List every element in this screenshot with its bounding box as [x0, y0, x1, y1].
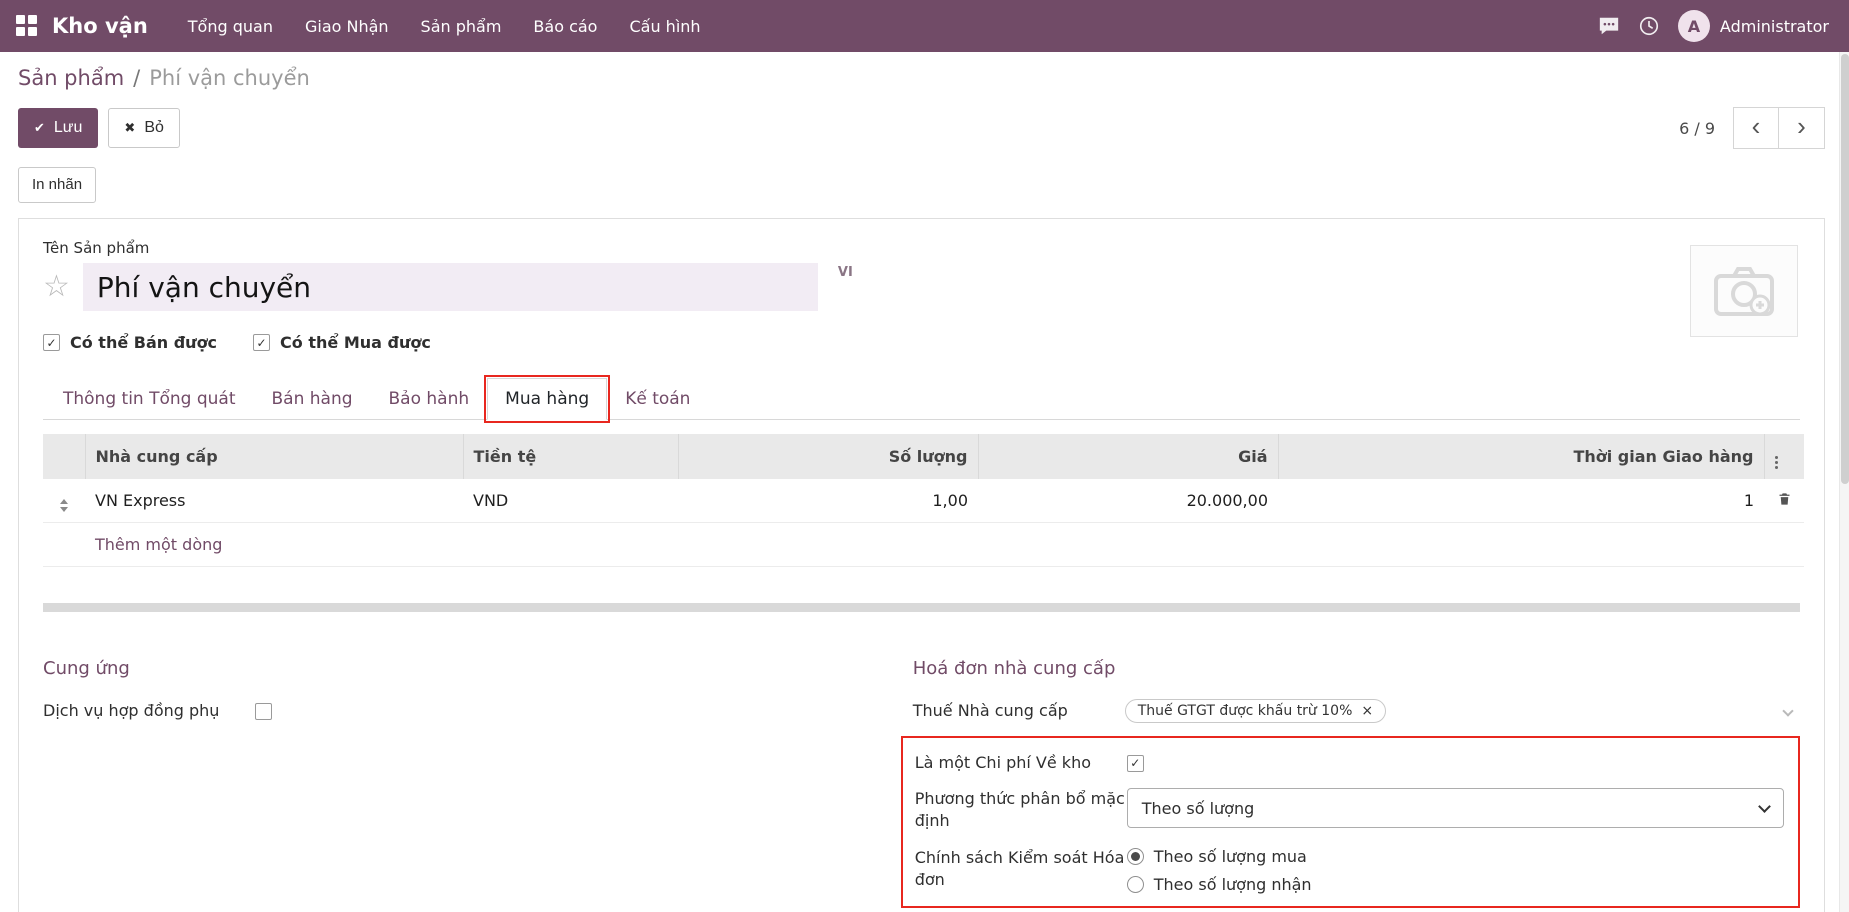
subcontract-service-checkbox[interactable] — [255, 703, 272, 720]
menu-item-transfers[interactable]: Giao Nhận — [289, 0, 405, 52]
vendor-taxes-field[interactable]: Thuế GTGT được khấu trừ 10% × — [1125, 698, 1800, 724]
pager-count: 6 / 9 — [1679, 119, 1715, 138]
breadcrumb: Sản phẩm / Phí vận chuyển — [18, 64, 1849, 92]
delivery-lead-time-cell[interactable]: 1 — [1278, 479, 1764, 523]
can-be-sold-checkbox[interactable]: ✓ — [43, 334, 60, 351]
pager-previous-button[interactable]: ‹ — [1733, 107, 1779, 149]
dropdown-caret-icon[interactable] — [1782, 705, 1793, 716]
select-chevron-icon — [1758, 800, 1771, 813]
pager: 6 / 9 ‹ › — [1679, 107, 1825, 149]
product-image-placeholder[interactable] — [1690, 245, 1798, 337]
quantity-cell[interactable]: 1,00 — [678, 479, 978, 523]
menu-item-overview[interactable]: Tổng quan — [172, 0, 289, 52]
currency-cell[interactable]: VND — [463, 479, 678, 523]
control-policy-label: Chính sách Kiểm soát Hóa đơn — [915, 847, 1127, 890]
vendor-tax-tag[interactable]: Thuế GTGT được khấu trừ 10% × — [1125, 699, 1386, 723]
check-icon: ✔ — [34, 120, 45, 136]
tab-warranty[interactable]: Bảo hành — [371, 378, 488, 420]
breadcrumb-current: Phí vận chuyển — [149, 66, 310, 90]
control-policy-radio-group: Theo số lượng mua Theo số lượng nhận — [1127, 847, 1312, 894]
can-be-purchased-label: Có thể Mua được — [280, 333, 431, 352]
notebook-tabs: Thông tin Tổng quát Bán hàng Bảo hành Mu… — [43, 378, 1800, 420]
subcontract-service-label: Dịch vụ hợp đồng phụ — [43, 700, 255, 722]
vendors-table: Nhà cung cấp Tiền tệ Số lượng Giá Thời g… — [43, 434, 1800, 567]
delete-row-trash-icon[interactable] — [1777, 492, 1792, 511]
control-policy-option-ordered[interactable]: Theo số lượng mua — [1127, 847, 1312, 866]
form-sheet: Tên Sản phẩm ☆ Phí vận chuyển VI ✓ Có th… — [18, 218, 1825, 912]
split-method-value: Theo số lượng — [1142, 799, 1255, 818]
optional-columns-header[interactable] — [1764, 434, 1804, 479]
split-method-select[interactable]: Theo số lượng — [1127, 788, 1784, 828]
vendor-bills-group-title: Hoá đơn nhà cung cấp — [913, 658, 1800, 682]
quantity-column-header[interactable]: Số lượng — [678, 434, 978, 479]
breadcrumb-separator: / — [133, 66, 140, 90]
horizontal-scrollbar[interactable] — [43, 603, 1800, 612]
avatar: A — [1678, 10, 1710, 42]
annotation-highlight-box: Là một Chi phí Về kho ✓ Phương thức phân… — [901, 736, 1800, 908]
tab-accounting[interactable]: Kế toán — [607, 378, 708, 420]
user-name: Administrator — [1720, 17, 1829, 36]
menu-item-products[interactable]: Sản phẩm — [405, 0, 518, 52]
save-button[interactable]: ✔ Lưu — [18, 108, 98, 147]
table-row[interactable]: VN Express VND 1,00 20.000,00 1 — [43, 479, 1804, 523]
table-header-row: Nhà cung cấp Tiền tệ Số lượng Giá Thời g… — [43, 434, 1804, 479]
apps-grid-icon[interactable] — [16, 15, 38, 37]
vendor-column-header[interactable]: Nhà cung cấp — [85, 434, 463, 479]
control-policy-option-received[interactable]: Theo số lượng nhận — [1127, 875, 1312, 894]
logistics-group-title: Cung ứng — [43, 658, 834, 682]
can-be-purchased-field: ✓ Có thể Mua được — [253, 333, 431, 352]
control-panel: ✔ Lưu ✖ Bỏ 6 / 9 ‹ › — [18, 106, 1825, 150]
split-method-label: Phương thức phân bổ mặc định — [915, 788, 1127, 831]
user-menu[interactable]: A Administrator — [1678, 10, 1829, 42]
add-line-link[interactable]: Thêm một dòng — [85, 523, 1804, 567]
is-landed-cost-label: Là một Chi phí Về kho — [915, 752, 1127, 774]
favorite-star-icon[interactable]: ☆ — [43, 272, 70, 302]
tab-general-information[interactable]: Thông tin Tổng quát — [45, 378, 254, 420]
drag-handle-icon[interactable] — [60, 499, 68, 512]
currency-column-header[interactable]: Tiền tệ — [463, 434, 678, 479]
delivery-lead-time-column-header[interactable]: Thời gian Giao hàng — [1278, 434, 1764, 479]
chevron-right-icon: › — [1797, 111, 1806, 142]
x-icon: ✖ — [124, 120, 135, 136]
vertical-scrollbar[interactable] — [1839, 52, 1849, 912]
price-cell[interactable]: 20.000,00 — [978, 479, 1278, 523]
menu-item-reporting[interactable]: Báo cáo — [517, 0, 613, 52]
product-name-label: Tên Sản phẩm — [43, 239, 1800, 259]
vendor-taxes-label: Thuế Nhà cung cấp — [913, 700, 1125, 722]
menu-item-configuration[interactable]: Cấu hình — [613, 0, 716, 52]
camera-plus-icon — [1712, 264, 1776, 318]
can-be-purchased-checkbox[interactable]: ✓ — [253, 334, 270, 351]
app-brand[interactable]: Kho vận — [52, 14, 148, 38]
messages-icon[interactable] — [1598, 15, 1620, 37]
is-landed-cost-checkbox[interactable]: ✓ — [1127, 755, 1144, 772]
breadcrumb-parent[interactable]: Sản phẩm — [18, 66, 124, 90]
tab-purchase-active-annotated[interactable]: Mua hàng — [487, 378, 607, 420]
chevron-left-icon: ‹ — [1752, 111, 1761, 142]
main-menu: Tổng quan Giao Nhận Sản phẩm Báo cáo Cấu… — [172, 0, 717, 52]
logistics-group: Cung ứng Dịch vụ hợp đồng phụ — [43, 658, 834, 908]
print-label-button[interactable]: In nhãn — [18, 167, 96, 203]
radio-selected-icon[interactable] — [1127, 848, 1144, 865]
vendor-bills-group: Hoá đơn nhà cung cấp Thuế Nhà cung cấp T… — [913, 658, 1800, 908]
product-name-input[interactable]: Phí vận chuyển — [83, 263, 818, 311]
can-be-sold-label: Có thể Bán được — [70, 333, 217, 352]
handle-column-header — [43, 434, 85, 479]
activities-clock-icon[interactable] — [1638, 15, 1660, 37]
discard-button[interactable]: ✖ Bỏ — [108, 108, 179, 147]
pager-next-button[interactable]: › — [1779, 107, 1825, 149]
remove-tag-icon[interactable]: × — [1361, 704, 1373, 718]
can-be-sold-field: ✓ Có thể Bán được — [43, 333, 217, 352]
vendor-cell[interactable]: VN Express — [85, 479, 463, 523]
tab-sales[interactable]: Bán hàng — [254, 378, 371, 420]
translation-language-badge[interactable]: VI — [838, 265, 853, 280]
radio-unselected-icon[interactable] — [1127, 876, 1144, 893]
top-navbar: Kho vận Tổng quan Giao Nhận Sản phẩm Báo… — [0, 0, 1849, 52]
scrollbar-thumb[interactable] — [1841, 54, 1849, 484]
column-options-icon[interactable] — [1775, 456, 1778, 469]
price-column-header[interactable]: Giá — [978, 434, 1278, 479]
